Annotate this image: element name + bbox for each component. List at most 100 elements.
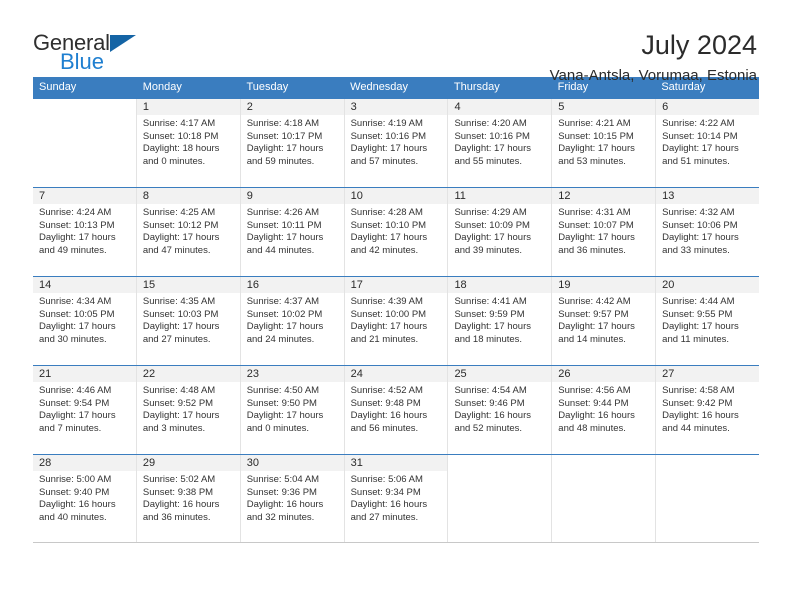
calendar-day-cell-20[interactable]: 20 Sunrise: 4:44 AM Sunset: 9:55 PM Dayligh… xyxy=(656,277,760,365)
day-number: 9 xyxy=(240,188,344,204)
daylight-text-line2: and 3 minutes. xyxy=(142,422,206,434)
calendar-day-cell-31[interactable]: 31 Sunrise: 5:06 AM Sunset: 9:34 PM Dayligh… xyxy=(344,455,449,542)
sunrise-text: Sunrise: 4:50 AM xyxy=(246,385,320,396)
sunrise-text: Sunrise: 4:56 AM xyxy=(558,385,631,396)
day-number xyxy=(656,455,760,471)
sunrise-text: Sunrise: 4:24 AM xyxy=(39,207,112,218)
calendar-day-cell-3[interactable]: 3 Sunrise: 4:19 AM Sunset: 10:16 PM Dayligh… xyxy=(344,99,449,187)
day-number: 26 xyxy=(552,366,656,382)
calendar-day-cell-empty xyxy=(33,99,137,187)
brand-logo[interactable]: General Blue xyxy=(33,30,153,73)
sunrise-text: Sunrise: 4:25 AM xyxy=(142,207,216,218)
weekday-header-friday: Friday xyxy=(557,81,589,93)
day-sun-info: Sunrise: 4:28 AM Sunset: 10:10 PM Daylight… xyxy=(345,204,448,257)
daylight-text-line2: and 27 minutes. xyxy=(350,511,419,523)
day-sun-info: Sunrise: 5:00 AM Sunset: 9:40 PM Daylight:… xyxy=(33,471,136,524)
calendar-day-cell-2[interactable]: 2 Sunrise: 4:18 AM Sunset: 10:17 PM Dayligh… xyxy=(240,99,345,187)
day-sun-info: Sunrise: 4:24 AM Sunset: 10:13 PM Daylight… xyxy=(33,204,136,257)
day-sun-info: Sunrise: 4:20 AM Sunset: 10:16 PM Daylight… xyxy=(448,115,551,168)
calendar-day-cell-30[interactable]: 30 Sunrise: 5:04 AM Sunset: 9:36 PM Dayligh… xyxy=(240,455,345,542)
day-number: 27 xyxy=(656,366,760,382)
calendar-day-cell-19[interactable]: 19 Sunrise: 4:42 AM Sunset: 9:57 PM Dayligh… xyxy=(552,277,657,365)
daylight-text-line1: Daylight: 17 hours xyxy=(246,410,324,421)
calendar-day-cell-21[interactable]: 21 Sunrise: 4:46 AM Sunset: 9:54 PM Dayligh… xyxy=(33,366,137,454)
calendar-day-cell-13[interactable]: 13 Sunrise: 4:32 AM Sunset: 10:06 PM Daylig… xyxy=(656,188,760,276)
sunrise-text: Sunrise: 4:31 AM xyxy=(558,207,631,218)
daylight-text-line2: and 51 minutes. xyxy=(662,155,730,167)
sunset-text: Sunset: 10:10 PM xyxy=(350,219,427,231)
calendar-day-cell-28[interactable]: 28 Sunrise: 5:00 AM Sunset: 9:40 PM Dayligh… xyxy=(33,455,137,542)
calendar-day-cell-27[interactable]: 27 Sunrise: 4:58 AM Sunset: 9:42 PM Dayligh… xyxy=(656,366,760,454)
calendar-day-cell-9[interactable]: 9 Sunrise: 4:26 AM Sunset: 10:11 PM Dayligh… xyxy=(240,188,345,276)
daylight-text-line1: Daylight: 17 hours xyxy=(39,410,116,421)
day-number: 30 xyxy=(240,455,344,471)
day-number: 24 xyxy=(344,366,448,382)
day-number: 19 xyxy=(552,277,656,293)
day-sun-info: Sunrise: 4:58 AM Sunset: 9:42 PM Daylight:… xyxy=(656,382,759,435)
calendar-day-cell-5[interactable]: 5 Sunrise: 4:21 AM Sunset: 10:15 PM Dayligh… xyxy=(552,99,657,187)
day-sun-info: Sunrise: 4:41 AM Sunset: 9:59 PM Daylight:… xyxy=(448,293,551,346)
day-number: 7 xyxy=(33,188,136,204)
daylight-text-line2: and 56 minutes. xyxy=(350,422,419,434)
calendar-day-cell-18[interactable]: 18 Sunrise: 4:41 AM Sunset: 9:59 PM Dayligh… xyxy=(448,277,553,365)
calendar-day-cell-15[interactable]: 15 Sunrise: 4:35 AM Sunset: 10:03 PM Daylig… xyxy=(136,277,241,365)
daylight-text-line1: Daylight: 17 hours xyxy=(454,232,532,243)
calendar-day-cell-26[interactable]: 26 Sunrise: 4:56 AM Sunset: 9:44 PM Dayligh… xyxy=(552,366,657,454)
weekday-header-row: Sunday Monday Tuesday Wednesday Thursday Frid… xyxy=(33,77,759,98)
sunset-text: Sunset: 10:09 PM xyxy=(454,219,530,231)
daylight-text-line2: and 18 minutes. xyxy=(454,333,523,345)
sunrise-text: Sunrise: 5:06 AM xyxy=(350,474,423,485)
daylight-text-line1: Daylight: 17 hours xyxy=(350,321,428,332)
calendar-day-cell-12[interactable]: 12 Sunrise: 4:31 AM Sunset: 10:07 PM Daylig… xyxy=(552,188,657,276)
sunset-text: Sunset: 9:36 PM xyxy=(246,486,317,498)
sunset-text: Sunset: 9:44 PM xyxy=(558,397,629,409)
sunset-text: Sunset: 10:13 PM xyxy=(39,219,115,231)
calendar-day-cell-7[interactable]: 7 Sunrise: 4:24 AM Sunset: 10:13 PM Dayligh… xyxy=(33,188,137,276)
sunset-text: Sunset: 10:05 PM xyxy=(39,308,115,320)
calendar-day-cell-4[interactable]: 4 Sunrise: 4:20 AM Sunset: 10:16 PM Dayligh… xyxy=(448,99,553,187)
daylight-text-line2: and 39 minutes. xyxy=(454,244,523,256)
daylight-text-line1: Daylight: 16 hours xyxy=(350,410,428,421)
calendar-day-cell-11[interactable]: 11 Sunrise: 4:29 AM Sunset: 10:09 PM Daylig… xyxy=(448,188,553,276)
day-sun-info: Sunrise: 4:29 AM Sunset: 10:09 PM Daylight… xyxy=(448,204,551,257)
calendar-day-cell-25[interactable]: 25 Sunrise: 4:54 AM Sunset: 9:46 PM Dayligh… xyxy=(448,366,553,454)
weekday-header-sunday: Sunday xyxy=(39,81,77,93)
calendar-day-cell-23[interactable]: 23 Sunrise: 4:50 AM Sunset: 9:50 PM Dayligh… xyxy=(240,366,345,454)
sunrise-text: Sunrise: 4:18 AM xyxy=(246,118,320,129)
sunrise-text: Sunrise: 4:44 AM xyxy=(662,296,735,307)
calendar-day-cell-24[interactable]: 24 Sunrise: 4:52 AM Sunset: 9:48 PM Dayligh… xyxy=(344,366,449,454)
day-number: 1 xyxy=(136,99,240,115)
calendar-day-cell-14[interactable]: 14 Sunrise: 4:34 AM Sunset: 10:05 PM Daylig… xyxy=(33,277,137,365)
daylight-text-line1: Daylight: 16 hours xyxy=(454,410,532,421)
calendar-day-cell-8[interactable]: 8 Sunrise: 4:25 AM Sunset: 10:12 PM Dayligh… xyxy=(136,188,241,276)
calendar-day-cell-16[interactable]: 16 Sunrise: 4:37 AM Sunset: 10:02 PM Daylig… xyxy=(240,277,345,365)
day-number: 22 xyxy=(136,366,240,382)
daylight-text-line1: Daylight: 16 hours xyxy=(142,499,220,510)
calendar-day-cell-22[interactable]: 22 Sunrise: 4:48 AM Sunset: 9:52 PM Dayligh… xyxy=(136,366,241,454)
calendar-day-cell-29[interactable]: 29 Sunrise: 5:02 AM Sunset: 9:38 PM Dayligh… xyxy=(136,455,241,542)
weekday-header-monday: Monday xyxy=(142,81,182,93)
sunrise-text: Sunrise: 4:32 AM xyxy=(662,207,735,218)
day-number: 4 xyxy=(448,99,552,115)
daylight-text-line1: Daylight: 17 hours xyxy=(558,232,635,243)
daylight-text-line2: and 7 minutes. xyxy=(39,422,102,434)
sunset-text: Sunset: 10:16 PM xyxy=(454,130,530,142)
daylight-text-line2: and 44 minutes. xyxy=(662,422,730,434)
sunrise-text: Sunrise: 4:22 AM xyxy=(662,118,735,129)
daylight-text-line1: Daylight: 17 hours xyxy=(246,143,324,154)
calendar-day-cell-17[interactable]: 17 Sunrise: 4:39 AM Sunset: 10:00 PM Daylig… xyxy=(344,277,449,365)
daylight-text-line2: and 0 minutes. xyxy=(142,155,206,167)
day-number: 3 xyxy=(344,99,448,115)
calendar-day-cell-1[interactable]: 1 Sunrise: 4:17 AM Sunset: 10:18 PM Dayligh… xyxy=(136,99,241,187)
sunrise-text: Sunrise: 4:48 AM xyxy=(142,385,216,396)
daylight-text-line2: and 48 minutes. xyxy=(558,422,626,434)
day-number: 6 xyxy=(656,99,760,115)
daylight-text-line1: Daylight: 17 hours xyxy=(39,232,116,243)
daylight-text-line2: and 55 minutes. xyxy=(454,155,523,167)
daylight-text-line1: Daylight: 16 hours xyxy=(662,410,739,421)
calendar-day-cell-10[interactable]: 10 Sunrise: 4:28 AM Sunset: 10:10 PM Daylig… xyxy=(344,188,449,276)
sunrise-text: Sunrise: 4:29 AM xyxy=(454,207,527,218)
day-number: 2 xyxy=(240,99,344,115)
calendar-day-cell-6[interactable]: 6 Sunrise: 4:22 AM Sunset: 10:14 PM Dayligh… xyxy=(656,99,760,187)
daylight-text-line2: and 40 minutes. xyxy=(39,511,107,523)
